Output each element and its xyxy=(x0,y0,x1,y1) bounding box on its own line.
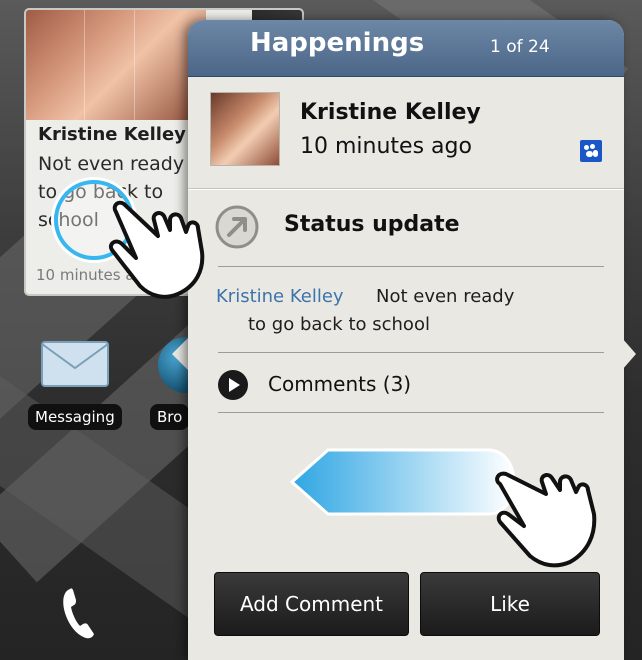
browser-label[interactable]: Bro xyxy=(150,404,190,430)
comments-toggle[interactable]: Comments (3) xyxy=(218,364,604,406)
panel-next-pointer[interactable] xyxy=(622,338,636,370)
messaging-icon[interactable] xyxy=(40,340,110,388)
panel-title: Happenings xyxy=(250,28,425,58)
myspace-icon xyxy=(580,140,602,162)
widget-author-name: Kristine Kelley xyxy=(38,124,186,145)
swipe-gesture-hand-icon xyxy=(495,471,597,568)
panel-header: Happenings 1 of 24 xyxy=(188,20,624,77)
author-name[interactable]: Kristine Kelley xyxy=(300,100,481,125)
photo-fold-line xyxy=(84,10,85,120)
tap-gesture-hand-icon xyxy=(109,200,205,299)
panel-prev-pointer[interactable] xyxy=(172,338,188,370)
post-timestamp: 10 minutes ago xyxy=(300,134,472,159)
section-divider-highlight xyxy=(188,189,624,190)
messaging-label[interactable]: Messaging xyxy=(28,404,122,430)
comments-label[interactable]: Comments (3) xyxy=(268,372,411,396)
item-type-label: Status update xyxy=(284,212,460,237)
post-text-line: to go back to school xyxy=(248,314,430,335)
author-avatar[interactable] xyxy=(210,92,280,166)
like-button[interactable]: Like xyxy=(420,572,600,636)
add-comment-button[interactable]: Add Comment xyxy=(214,572,409,636)
widget-photo xyxy=(26,10,206,120)
phone-icon[interactable] xyxy=(60,585,96,641)
section-divider xyxy=(218,266,604,267)
swipe-left-arrow xyxy=(289,448,516,516)
section-divider xyxy=(218,352,604,353)
expand-arrow-icon[interactable] xyxy=(218,370,248,400)
item-counter: 1 of 24 xyxy=(490,37,550,57)
photo-fold-line xyxy=(134,10,135,120)
section-divider xyxy=(218,412,604,413)
post-text-line: Not even ready xyxy=(376,286,515,307)
